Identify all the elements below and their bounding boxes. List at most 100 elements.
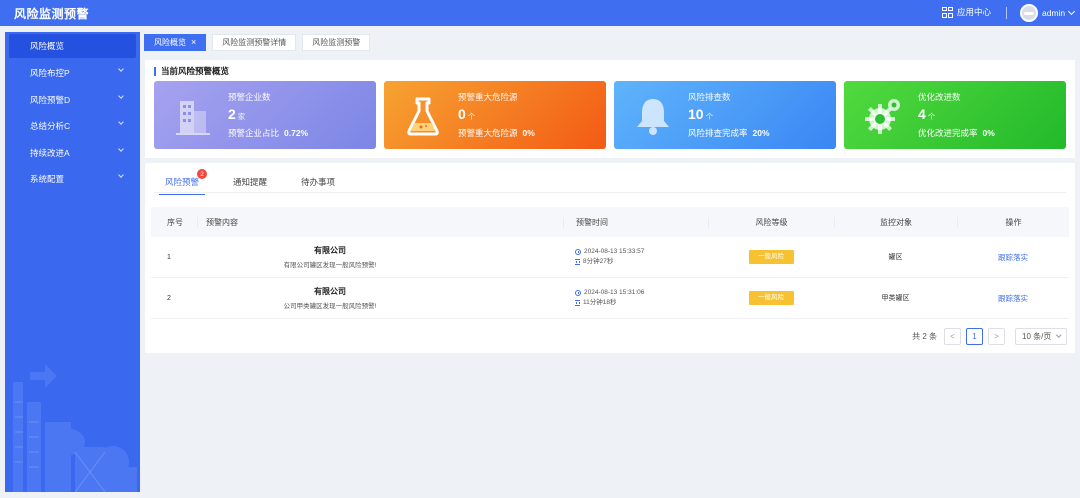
column-header: 预警时间	[563, 216, 708, 228]
hourglass-icon	[575, 300, 580, 306]
grid-icon	[942, 6, 953, 18]
sidebar-item-label: 持续改进A	[30, 147, 70, 158]
tab-label: 通知提醒	[233, 177, 268, 187]
flask-icon	[407, 97, 439, 136]
clock-icon	[575, 249, 581, 255]
monitor-target: 罐区	[888, 254, 903, 261]
card-sub: 风险排查完成率 20%	[688, 128, 770, 138]
page-size-select[interactable]: 10 条/页	[1015, 328, 1067, 345]
card-value: 4个	[918, 106, 936, 122]
tab-label: 风险预警	[165, 177, 200, 187]
page-size-value: 10 条/页	[1022, 332, 1052, 341]
page-button[interactable]: 1	[966, 328, 983, 345]
chevron-down-icon	[118, 92, 124, 99]
follow-up-link[interactable]: 跟踪落实	[998, 294, 1028, 303]
card-title: 优化改进数	[918, 92, 961, 102]
row-index: 2	[167, 294, 171, 302]
app-title: 风险监测预警	[14, 7, 90, 21]
top-bar: 风险监测预警 应用中心 admin	[0, 0, 1080, 26]
card-value: 2家	[228, 106, 246, 122]
column-header: 监控对象	[834, 216, 957, 228]
card-sub: 预警重大危险源 0%	[458, 128, 535, 138]
warning-time: 2024-08-13 15:31:06 11分钟18秒	[563, 288, 708, 308]
risk-level: 一般风险	[708, 291, 834, 305]
sidebar-item-label: 风险布控P	[30, 68, 70, 79]
card-title: 预警重大危险源	[458, 92, 518, 102]
stat-card-inspections[interactable]: 风险排查数 10 个 风险排查完成率 20%	[614, 81, 836, 149]
chevron-down-icon	[1055, 332, 1061, 338]
next-page-button[interactable]: >	[988, 328, 1005, 345]
sidebar-item-config[interactable]: 系统配置	[5, 166, 140, 193]
card-value: 0个	[458, 106, 476, 122]
card-title: 风险排查数	[688, 92, 731, 102]
row-index: 1	[167, 253, 171, 261]
tab-warning[interactable]: 风险监测预警	[302, 34, 371, 51]
sidebar-item-warning[interactable]: 风险预警D	[5, 87, 140, 114]
chevron-down-icon	[118, 66, 124, 72]
sidebar-item-control[interactable]: 风险布控P	[5, 60, 140, 87]
timestamp: 2024-08-13 15:33:57	[584, 248, 645, 255]
app-center-label: 应用中心	[957, 7, 992, 17]
app-center-button[interactable]: 应用中心	[942, 6, 991, 18]
company-name: 有限公司	[314, 287, 346, 296]
count-badge: 2	[197, 169, 208, 179]
tab-overview[interactable]: 风险概览 ×	[144, 34, 207, 51]
warning-panel: 风险预警 2 通知提醒 待办事项 序号 预警内容 预警时间 风险等级 监控对象 …	[145, 163, 1075, 353]
user-menu[interactable]: admin	[1020, 4, 1076, 22]
tab-strip: 风险概览 × 风险监测预警详情 风险监测预警	[144, 34, 371, 51]
bell-icon	[637, 99, 669, 135]
warning-time: 2024-08-13 15:33:57 8分钟27秒	[563, 247, 708, 267]
divider	[1006, 7, 1007, 19]
follow-up-link[interactable]: 跟踪落实	[998, 253, 1028, 262]
column-header: 风险等级	[708, 216, 834, 228]
column-header: 操作	[957, 216, 1069, 228]
duration: 8分钟27秒	[583, 258, 614, 265]
sidebar-item-label: 系统配置	[30, 174, 65, 185]
chevron-down-icon	[118, 172, 124, 178]
overview-title: 当前风险预警概览	[154, 67, 229, 76]
warning-description: 有限公司罐区发现一般风险预警!	[283, 262, 377, 269]
card-value: 10 个	[688, 106, 714, 122]
timestamp: 2024-08-13 15:31:06	[584, 289, 645, 296]
sidebar: 风险概览 风险布控P 风险预警D 总结分析C 持续改进A 系统配置	[5, 32, 140, 492]
close-icon[interactable]: ×	[191, 38, 196, 47]
column-header: 序号	[167, 217, 183, 227]
warning-table: 序号 预警内容 预警时间 风险等级 监控对象 操作 1 有限公司 有限公司罐区发…	[151, 207, 1069, 319]
stat-card-improvements[interactable]: 优化改进数 4个 优化改进完成率 0%	[844, 81, 1066, 149]
tab-label: 风险监测预警	[312, 38, 361, 47]
risk-level: 一般风险	[708, 250, 834, 264]
action-cell: 跟踪落实	[957, 293, 1069, 304]
table-row: 2 有限公司 公司甲类罐区发现一般风险预警! 2024-08-13 15:31:…	[151, 278, 1069, 319]
pagination: 共 2 条 < 1 > 10 条/页	[912, 328, 1067, 345]
divider	[154, 192, 1066, 193]
company-name: 有限公司	[314, 246, 346, 255]
warning-description: 公司甲类罐区发现一般风险预警!	[283, 303, 377, 310]
card-sub: 预警企业占比 0.72%	[228, 128, 309, 138]
building-icon	[176, 101, 210, 135]
clock-icon	[575, 290, 581, 296]
total-count: 共 2 条	[912, 332, 937, 341]
table-header: 序号 预警内容 预警时间 风险等级 监控对象 操作	[151, 207, 1069, 237]
sidebar-item-label: 风险预警D	[30, 94, 71, 105]
sidebar-item-overview[interactable]: 风险概览	[9, 34, 136, 58]
monitor-target: 甲类罐区	[881, 295, 910, 302]
sidebar-item-label: 总结分析C	[30, 121, 71, 132]
table-row: 1 有限公司 有限公司罐区发现一般风险预警! 2024-08-13 15:33:…	[151, 237, 1069, 278]
hourglass-icon	[575, 259, 580, 265]
stat-card-hazards[interactable]: 预警重大危险源 0个 预警重大危险源 0%	[384, 81, 606, 149]
gear-icon	[865, 99, 900, 134]
card-title: 预警企业数	[228, 92, 271, 102]
warning-content: 有限公司 公司甲类罐区发现一般风险预警!	[197, 286, 563, 310]
sidebar-item-improve[interactable]: 持续改进A	[5, 140, 140, 167]
stat-card-enterprises[interactable]: 预警企业数 2家 预警企业占比 0.72%	[154, 81, 376, 149]
prev-page-button[interactable]: <	[944, 328, 961, 345]
overview-panel: 当前风险预警概览 预警企业数 2家 预警企业占比 0.72% 预警重大危险源 0个…	[145, 60, 1075, 158]
chevron-down-icon	[118, 145, 124, 152]
sidebar-item-analysis[interactable]: 总结分析C	[5, 113, 140, 140]
factory-illustration	[13, 364, 137, 492]
action-cell: 跟踪落实	[957, 252, 1069, 263]
tab-warning-detail[interactable]: 风险监测预警详情	[212, 34, 297, 51]
user-name: admin	[1042, 8, 1066, 18]
card-sub: 优化改进完成率 0%	[918, 128, 995, 138]
tab-label: 风险概览	[154, 38, 186, 47]
